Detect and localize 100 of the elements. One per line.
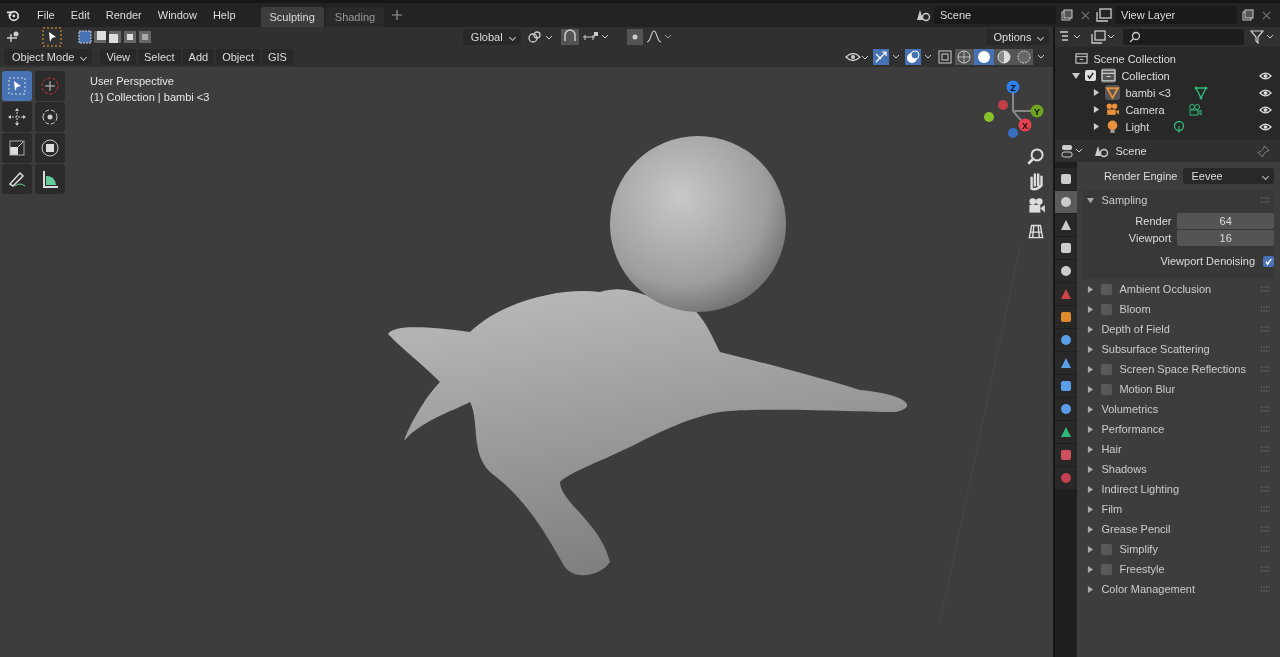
constraint-tab-icon[interactable] — [1055, 398, 1078, 420]
disclosure-icon[interactable] — [1087, 585, 1095, 593]
data-tab-icon[interactable] — [1055, 421, 1078, 443]
panel-title[interactable]: Ambient Occlusion — [1119, 283, 1212, 295]
gizmo-negative-dot[interactable] — [984, 112, 994, 122]
disclosure-icon[interactable] — [1072, 71, 1081, 80]
view-layer-tab-icon[interactable] — [1055, 237, 1078, 259]
disclosure-icon[interactable] — [1087, 545, 1095, 553]
disclosure-icon[interactable] — [1093, 89, 1101, 96]
disclosure-icon[interactable] — [1087, 305, 1095, 313]
disclosure-icon[interactable] — [1087, 505, 1095, 513]
panel-title[interactable]: Sampling — [1101, 194, 1148, 206]
rotate-tool-icon[interactable] — [35, 102, 65, 132]
outliner-item[interactable]: Scene Collection — [1093, 52, 1176, 65]
modifier-tab-icon[interactable] — [1055, 329, 1078, 351]
menu-item[interactable]: Edit — [63, 7, 97, 23]
disclosure-icon[interactable] — [1087, 196, 1095, 204]
gizmo-axis-handle[interactable]: Z — [1006, 80, 1020, 94]
search-field[interactable] — [1123, 29, 1244, 45]
checkbox[interactable] — [1101, 543, 1113, 555]
image-stack-icon[interactable] — [1095, 8, 1113, 22]
physics-tab-icon[interactable] — [1055, 375, 1078, 397]
panel-title[interactable]: Hair — [1101, 443, 1122, 455]
disclosure-icon[interactable] — [1087, 345, 1095, 353]
gizmo-axis-handle[interactable]: X — [1018, 118, 1032, 132]
gizmo-negative-dot[interactable] — [998, 100, 1008, 110]
select-tool-icon[interactable] — [2, 71, 32, 101]
filter-icon[interactable] — [1250, 30, 1276, 44]
disclosure-icon[interactable] — [1087, 485, 1095, 493]
object-tab-icon[interactable] — [1055, 306, 1078, 328]
outliner-item[interactable]: Camera — [1125, 103, 1165, 116]
eye-icon[interactable] — [1259, 87, 1272, 98]
outliner-item[interactable]: Light — [1125, 120, 1150, 133]
copy-icon[interactable] — [1061, 9, 1073, 21]
menu-item[interactable]: Render — [98, 7, 149, 23]
drag-handle-icon[interactable] — [1260, 426, 1272, 432]
panel-title[interactable]: Performance — [1101, 423, 1165, 435]
disclosure-icon[interactable] — [1087, 285, 1095, 293]
drag-handle-icon[interactable] — [1260, 346, 1272, 352]
checkbox[interactable] — [1263, 255, 1274, 267]
drag-handle-icon[interactable] — [1260, 506, 1272, 512]
plus-icon[interactable] — [392, 10, 403, 20]
pin-icon[interactable] — [1257, 144, 1270, 158]
orientation-dropdown[interactable]: Global — [462, 29, 521, 45]
checkbox[interactable] — [1085, 70, 1097, 81]
menu-item[interactable]: Window — [150, 7, 204, 23]
menu-item[interactable]: Object — [216, 49, 260, 65]
checkbox[interactable] — [1101, 563, 1113, 575]
close-icon[interactable] — [1262, 10, 1271, 20]
checkbox[interactable] — [1101, 383, 1113, 395]
panel-title[interactable]: Shadows — [1101, 463, 1147, 475]
transform-tool-icon[interactable] — [35, 133, 65, 163]
disclosure-icon[interactable] — [1087, 465, 1095, 473]
drag-handle-icon[interactable] — [1260, 546, 1272, 552]
menu-item[interactable]: Select — [138, 49, 181, 65]
xray-icon[interactable] — [937, 49, 954, 65]
menu-item[interactable]: GIS — [262, 49, 293, 65]
eye-icon[interactable] — [1259, 70, 1272, 81]
render-engine-dropdown[interactable]: Eevee — [1183, 168, 1274, 184]
panel-title[interactable]: Film — [1101, 503, 1123, 515]
disclosure-icon[interactable] — [1087, 425, 1095, 433]
menu-item[interactable]: Help — [205, 7, 243, 23]
close-icon[interactable] — [1081, 10, 1090, 20]
texture-tab-icon[interactable] — [1055, 467, 1078, 489]
pivot-icon[interactable] — [526, 30, 555, 44]
workspace-tab[interactable]: Shading — [325, 7, 385, 27]
scene-field[interactable]: Scene — [934, 6, 1056, 24]
panel-title[interactable]: Screen Space Reflections — [1119, 363, 1246, 375]
measure-tool-icon[interactable] — [35, 164, 65, 194]
menu-item[interactable]: File — [30, 7, 62, 23]
drag-handle-icon[interactable] — [1260, 586, 1272, 592]
panel-title[interactable]: Grease Pencil — [1101, 523, 1171, 535]
workspace-tab[interactable]: Sculpting — [260, 7, 324, 27]
gizmo-negative-dot[interactable] — [1008, 128, 1018, 138]
panel-title[interactable]: Motion Blur — [1119, 383, 1176, 395]
disclosure-icon[interactable] — [1087, 565, 1095, 573]
panel-title[interactable]: Color Management — [1101, 583, 1195, 595]
panel-title[interactable]: Subsurface Scattering — [1101, 343, 1210, 355]
drag-handle-icon[interactable] — [1260, 386, 1272, 392]
panel-title[interactable]: Bloom — [1119, 303, 1151, 315]
drag-handle-icon[interactable] — [1260, 197, 1272, 203]
annotate-tool-icon[interactable] — [2, 164, 32, 194]
checkbox[interactable] — [1101, 303, 1113, 315]
drag-handle-icon[interactable] — [1260, 566, 1272, 572]
disclosure-icon[interactable] — [1087, 365, 1095, 373]
drag-handle-icon[interactable] — [1260, 466, 1272, 472]
panel-title[interactable]: Simplify — [1119, 543, 1158, 555]
drag-handle-icon[interactable] — [1260, 486, 1272, 492]
scale-tool-icon[interactable] — [2, 133, 32, 163]
number-field[interactable]: 64 — [1177, 213, 1274, 229]
drag-handle-icon[interactable] — [1260, 446, 1272, 452]
number-field[interactable]: 16 — [1177, 230, 1274, 246]
panel-title[interactable]: Depth of Field — [1101, 323, 1170, 335]
disclosure-icon[interactable] — [1093, 123, 1101, 130]
drag-handle-icon[interactable] — [1260, 326, 1272, 332]
selection-mode-icons[interactable] — [78, 30, 152, 44]
menu-item[interactable]: View — [100, 49, 137, 65]
particles-tab-icon[interactable] — [1055, 352, 1078, 374]
checkbox[interactable] — [1101, 283, 1113, 295]
drag-handle-icon[interactable] — [1260, 526, 1272, 532]
